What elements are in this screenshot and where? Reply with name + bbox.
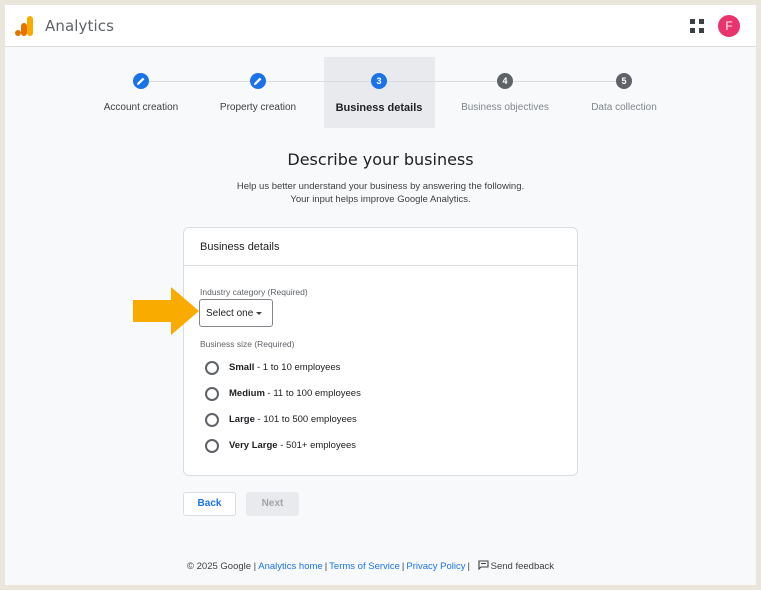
step-2-circle [250, 73, 266, 89]
size-option-detail: - 1 to 10 employees [254, 362, 341, 373]
step-property-creation: Property creation [198, 73, 318, 113]
size-option-detail: - 11 to 100 employees [264, 388, 361, 399]
edit-pencil-icon [137, 77, 145, 85]
subtitle-line-2: Your input helps improve Google Analytic… [290, 194, 471, 205]
step-business-objectives: 4 Business objectives [445, 73, 565, 113]
step-business-details: 3 Business details [319, 73, 439, 114]
step-3-label: Business details [335, 102, 423, 114]
step-1-circle [133, 73, 149, 89]
subtitle-line-1: Help us better understand your business … [236, 181, 525, 192]
apps-grid-icon[interactable] [690, 19, 704, 33]
feedback-icon [478, 560, 489, 570]
page-title: Describe your business [287, 150, 474, 169]
size-option-name: Large [229, 414, 255, 425]
step-4-circle: 4 [497, 73, 513, 89]
app-title: Analytics [45, 17, 115, 35]
step-account-creation: Account creation [81, 73, 201, 113]
next-button[interactable]: Next [246, 492, 299, 516]
back-button[interactable]: Back [183, 492, 236, 516]
top-app-bar: Analytics F [5, 5, 756, 47]
size-option-name: Very Large [229, 440, 278, 451]
privacy-policy-link[interactable]: Privacy Policy [406, 561, 465, 572]
size-option-name: Medium [229, 388, 265, 399]
card-title: Business details [184, 228, 577, 266]
business-size-label: Business size (Required) [200, 339, 295, 349]
size-option-detail: - 101 to 500 employees [254, 414, 357, 425]
account-avatar[interactable]: F [718, 15, 740, 37]
edit-pencil-icon [254, 77, 262, 85]
page-frame: Analytics F Account creation Property cr… [5, 5, 756, 585]
copyright-text: © 2025 Google | [187, 561, 257, 572]
pointer-arrow-icon [133, 287, 199, 335]
step-5-label: Data collection [591, 102, 657, 113]
step-4-label: Business objectives [461, 102, 549, 113]
industry-category-value: Select one [206, 308, 254, 319]
radio-button[interactable] [205, 387, 219, 401]
industry-category-label: Industry category (Required) [200, 287, 308, 297]
step-data-collection: 5 Data collection [564, 73, 684, 113]
radio-button[interactable] [205, 413, 219, 427]
send-feedback-link[interactable]: Send feedback [475, 560, 555, 572]
radio-button[interactable] [205, 439, 219, 453]
size-option-text: Large - 101 to 500 employees [229, 414, 357, 425]
size-option-text: Medium - 11 to 100 employees [229, 388, 361, 399]
size-option-name: Small [229, 362, 255, 373]
size-option-detail: - 501+ employees [277, 440, 357, 451]
size-option-text: Small - 1 to 10 employees [229, 362, 340, 373]
step-3-circle: 3 [371, 73, 387, 89]
analytics-home-link[interactable]: Analytics home [258, 561, 322, 572]
footer-separator: | [467, 561, 470, 572]
dropdown-caret-icon [256, 311, 263, 315]
step-2-label: Property creation [219, 102, 297, 113]
business-details-card: Business details Industry category (Requ… [183, 227, 578, 476]
terms-of-service-link[interactable]: Terms of Service [329, 561, 400, 572]
analytics-logo-icon[interactable] [15, 16, 35, 36]
step-5-circle: 5 [616, 73, 632, 89]
industry-category-select[interactable]: Select one [199, 299, 273, 327]
footer: © 2025 Google | Analytics home | Terms of … [187, 560, 554, 572]
send-feedback-label: Send feedback [490, 561, 555, 572]
size-option-text: Very Large - 501+ employees [229, 440, 356, 451]
radio-button[interactable] [205, 361, 219, 375]
step-1-label: Account creation [103, 102, 179, 113]
